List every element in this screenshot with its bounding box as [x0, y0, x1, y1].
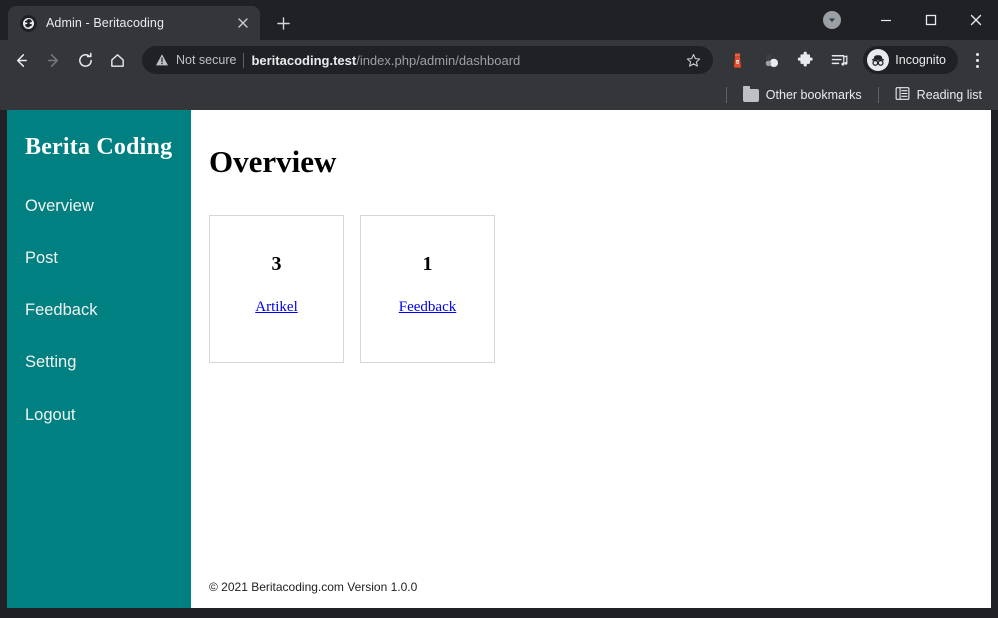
stat-card-link-artikel[interactable]: Artikel	[255, 300, 298, 315]
bookmarks-bar: Other bookmarks Reading list	[0, 80, 998, 110]
incognito-label: Incognito	[895, 53, 946, 67]
sidebar-item-setting[interactable]: Setting	[7, 346, 191, 378]
lighthouse-extension-icon[interactable]	[724, 47, 750, 73]
other-bookmarks-button[interactable]: Other bookmarks	[737, 85, 868, 105]
menu-dot	[976, 59, 979, 62]
chrome-menu-icon[interactable]	[964, 47, 990, 73]
reading-list-button[interactable]: Reading list	[889, 83, 988, 107]
stat-card-artikel: 3 Artikel	[209, 215, 344, 363]
sidebar-item-overview[interactable]: Overview	[7, 190, 191, 222]
globe-favicon	[20, 15, 37, 32]
page-title: Overview	[209, 146, 991, 177]
browser-tab-active[interactable]: Admin - Beritacoding	[8, 6, 260, 40]
not-secure-warning-icon[interactable]	[154, 53, 169, 68]
minimize-button[interactable]	[863, 0, 908, 40]
forward-button[interactable]	[38, 45, 68, 75]
reading-list-icon	[895, 86, 910, 104]
app-brand: Berita Coding	[7, 134, 191, 161]
sidebar-item-logout[interactable]: Logout	[7, 399, 191, 431]
new-tab-button[interactable]	[269, 9, 297, 37]
browser-window: Admin - Beritacoding	[0, 0, 998, 618]
stat-card-link-feedback[interactable]: Feedback	[399, 300, 456, 315]
omnibox-divider	[243, 53, 244, 68]
incognito-spy-icon	[867, 49, 889, 71]
url-path: /index.php/admin/dashboard	[356, 53, 520, 68]
bookmarks-divider	[726, 87, 727, 103]
stat-card-value: 1	[423, 254, 433, 274]
close-window-button[interactable]	[953, 0, 998, 40]
puzzle-extensions-icon[interactable]	[792, 47, 818, 73]
tab-strip: Admin - Beritacoding	[0, 0, 998, 40]
folder-icon	[743, 89, 759, 102]
sidebar-item-feedback[interactable]: Feedback	[7, 294, 191, 326]
reload-button[interactable]	[70, 45, 100, 75]
sidebar-item-post[interactable]: Post	[7, 242, 191, 274]
menu-dot	[976, 65, 979, 68]
stat-card-feedback: 1 Feedback	[360, 215, 495, 363]
tab-title: Admin - Beritacoding	[46, 16, 225, 30]
downloads-icon[interactable]	[823, 11, 841, 29]
home-button[interactable]	[102, 45, 132, 75]
maximize-button[interactable]	[908, 0, 953, 40]
media-list-icon[interactable]	[826, 47, 852, 73]
url-text: beritacoding.test/index.php/admin/dashbo…	[251, 53, 676, 68]
back-button[interactable]	[6, 45, 36, 75]
molecule-extension-icon[interactable]	[758, 47, 784, 73]
menu-dot	[976, 53, 979, 56]
app-sidebar: Berita Coding Overview Post Feedback Set…	[7, 110, 191, 608]
page-footer: © 2021 Beritacoding.com Version 1.0.0	[209, 580, 417, 594]
bookmark-star-icon[interactable]	[683, 50, 703, 70]
viewport-frame: Berita Coding Overview Post Feedback Set…	[0, 110, 998, 618]
stat-cards: 3 Artikel 1 Feedback	[209, 215, 991, 363]
bookmarks-divider	[878, 87, 879, 103]
url-host: beritacoding.test	[251, 53, 356, 68]
window-controls	[823, 0, 998, 40]
other-bookmarks-label: Other bookmarks	[766, 88, 862, 102]
app-main-content: Overview 3 Artikel 1 Feedback © 2021 Ber…	[191, 110, 991, 608]
security-status-text: Not secure	[176, 53, 236, 67]
incognito-badge[interactable]: Incognito	[863, 46, 958, 74]
address-bar[interactable]: Not secure beritacoding.test/index.php/a…	[142, 46, 713, 74]
tab-close-icon[interactable]	[234, 14, 252, 32]
page-viewport: Berita Coding Overview Post Feedback Set…	[7, 110, 991, 608]
stat-card-value: 3	[272, 254, 282, 274]
reading-list-label: Reading list	[917, 88, 982, 102]
browser-toolbar: Not secure beritacoding.test/index.php/a…	[0, 40, 998, 80]
